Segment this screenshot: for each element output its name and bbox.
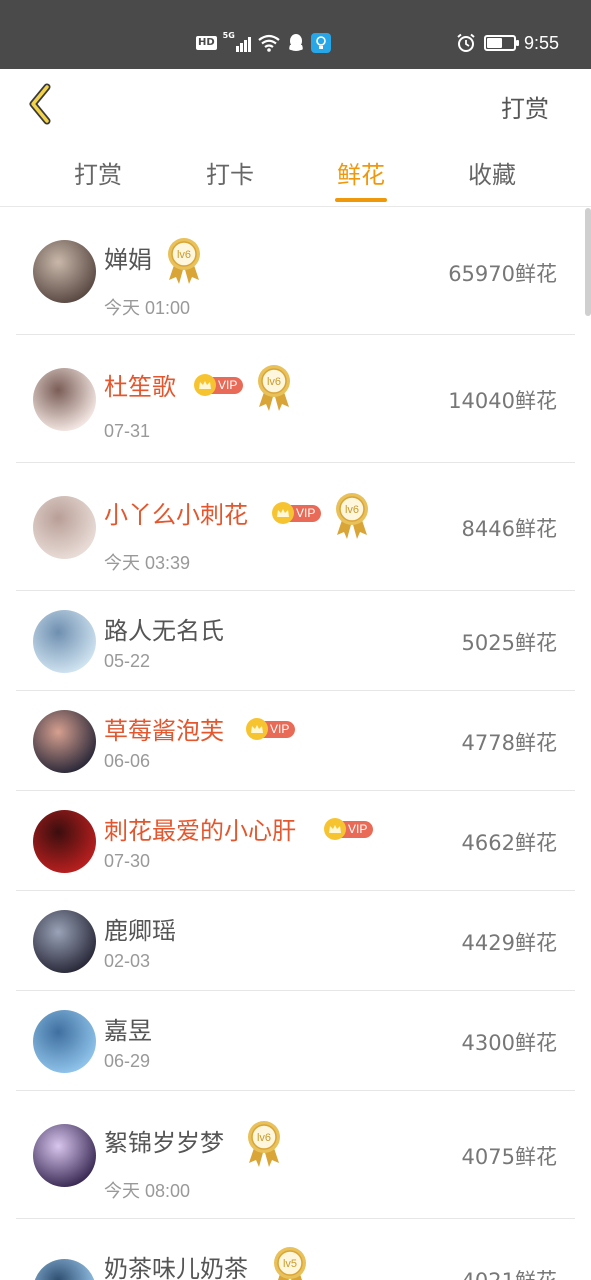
- user-name[interactable]: 草莓酱泡芙: [104, 711, 224, 746]
- user-name[interactable]: 鹿卿瑶: [104, 911, 176, 946]
- reward-time: 07-31: [104, 421, 151, 441]
- tab-bar: 打赏 打卡 鲜花 收藏: [0, 141, 591, 207]
- level-medal-icon: lv6: [334, 491, 370, 541]
- alarm-icon: [457, 33, 475, 52]
- level-label: lv6: [257, 1132, 271, 1144]
- reward-time: 02-03: [104, 951, 151, 971]
- hd-icon: HD: [196, 36, 217, 50]
- level-label: lv5: [283, 1258, 297, 1270]
- level-medal-icon: lv6: [166, 236, 202, 286]
- reward-time: 06-06: [104, 751, 151, 771]
- level-medal-icon: lv6: [256, 363, 292, 413]
- list-item[interactable]: 婵娟 lv6 今天 01:00 65970鲜花: [0, 208, 591, 335]
- avatar[interactable]: [33, 1124, 96, 1187]
- flower-ranking-list: 婵娟 lv6 今天 01:00 65970鲜花杜笙歌 VIP lv6 07-31 14040鲜…: [0, 208, 591, 1280]
- app-icon: [310, 33, 331, 53]
- avatar[interactable]: [33, 496, 96, 559]
- list-item[interactable]: 草莓酱泡芙 VIP 06-06 4778鲜花: [0, 691, 591, 791]
- scrollbar[interactable]: [585, 208, 591, 316]
- avatar[interactable]: [33, 1010, 96, 1073]
- back-button[interactable]: [20, 79, 60, 129]
- flower-count: 4300鲜花: [461, 1031, 557, 1055]
- crown-icon: [246, 718, 268, 740]
- vip-badge: VIP: [272, 502, 322, 524]
- tab-reward[interactable]: 打赏: [58, 155, 138, 190]
- vip-badge: VIP: [194, 374, 244, 396]
- flower-count: 14040鲜花: [448, 389, 557, 413]
- crown-icon: [324, 818, 346, 840]
- user-name[interactable]: 小丫么小刺花: [104, 495, 248, 530]
- vip-badge: VIP: [324, 818, 374, 840]
- avatar[interactable]: [33, 1259, 96, 1280]
- level-medal-icon: lv6: [246, 1119, 282, 1169]
- crown-icon: [272, 502, 294, 524]
- user-name[interactable]: 路人无名氏: [104, 611, 224, 646]
- flower-count: 8446鲜花: [461, 517, 557, 541]
- list-item[interactable]: 嘉昱 06-29 4300鲜花: [0, 991, 591, 1091]
- header: 打赏: [0, 69, 591, 141]
- reward-time: 今天 01:00: [104, 298, 191, 318]
- flower-count: 65970鲜花: [448, 262, 557, 286]
- battery-icon: [483, 35, 519, 51]
- reward-time: 05-22: [104, 651, 151, 671]
- user-name[interactable]: 刺花最爱的小心肝: [104, 811, 296, 846]
- avatar[interactable]: [33, 240, 96, 303]
- user-name[interactable]: 絮锦岁岁梦: [104, 1123, 224, 1158]
- avatar[interactable]: [33, 910, 96, 973]
- list-item[interactable]: 路人无名氏 05-22 5025鲜花: [0, 591, 591, 691]
- network-type-label: 5G: [222, 31, 235, 40]
- list-item[interactable]: 鹿卿瑶 02-03 4429鲜花: [0, 891, 591, 991]
- user-name[interactable]: 杜笙歌: [104, 367, 176, 402]
- tab-active-indicator: [335, 198, 387, 202]
- status-bar: HD 5G 9:55: [0, 0, 591, 69]
- avatar[interactable]: [33, 368, 96, 431]
- flower-count: 4662鲜花: [461, 831, 557, 855]
- reward-time: 07-30: [104, 851, 151, 871]
- battery-level: [486, 38, 503, 48]
- signal-icon: 5G: [222, 31, 251, 52]
- list-item[interactable]: 刺花最爱的小心肝 VIP 07-30 4662鲜花: [0, 791, 591, 891]
- qq-icon: [288, 34, 303, 51]
- flower-count: 5025鲜花: [461, 631, 557, 655]
- status-left-icons: HD 5G: [196, 31, 331, 55]
- crown-icon: [194, 374, 216, 396]
- reward-time: 06-29: [104, 1051, 151, 1071]
- user-name[interactable]: 奶茶味儿奶茶: [104, 1249, 248, 1280]
- vip-badge: VIP: [246, 718, 296, 740]
- level-medal-icon: lv5: [272, 1245, 308, 1280]
- status-right-icons: 9:55: [456, 31, 559, 55]
- level-label: lv6: [177, 249, 191, 261]
- wifi-icon: [257, 34, 280, 52]
- reward-time: 今天 08:00: [104, 1181, 191, 1201]
- reward-time: 今天 03:39: [104, 553, 191, 573]
- user-name[interactable]: 嘉昱: [104, 1011, 152, 1046]
- avatar[interactable]: [33, 810, 96, 873]
- tab-flowers[interactable]: 鲜花: [321, 155, 401, 190]
- flower-count: 4021鲜花: [462, 1265, 557, 1280]
- status-time: 9:55: [523, 32, 559, 53]
- list-item[interactable]: 絮锦岁岁梦 lv6 今天 08:00 4075鲜花: [0, 1091, 591, 1219]
- flower-count: 4429鲜花: [461, 931, 557, 955]
- chevron-left-icon: [29, 83, 51, 125]
- avatar[interactable]: [33, 610, 96, 673]
- reward-action-button[interactable]: 打赏: [501, 89, 549, 124]
- flower-count: 4075鲜花: [461, 1145, 557, 1169]
- list-item[interactable]: 杜笙歌 VIP lv6 07-31 14040鲜花: [0, 335, 591, 463]
- level-label: lv6: [267, 376, 281, 388]
- flower-count: 4778鲜花: [461, 731, 557, 755]
- list-item[interactable]: 小丫么小刺花 VIP lv6 今天 03:39 8446鲜花: [0, 463, 591, 591]
- list-item[interactable]: 奶茶味儿奶茶 lv5 4021鲜花: [0, 1219, 591, 1280]
- avatar[interactable]: [33, 710, 96, 773]
- level-label: lv6: [345, 504, 359, 516]
- tab-favorites[interactable]: 收藏: [452, 155, 532, 190]
- user-name[interactable]: 婵娟: [104, 240, 152, 275]
- tab-checkin[interactable]: 打卡: [190, 155, 270, 190]
